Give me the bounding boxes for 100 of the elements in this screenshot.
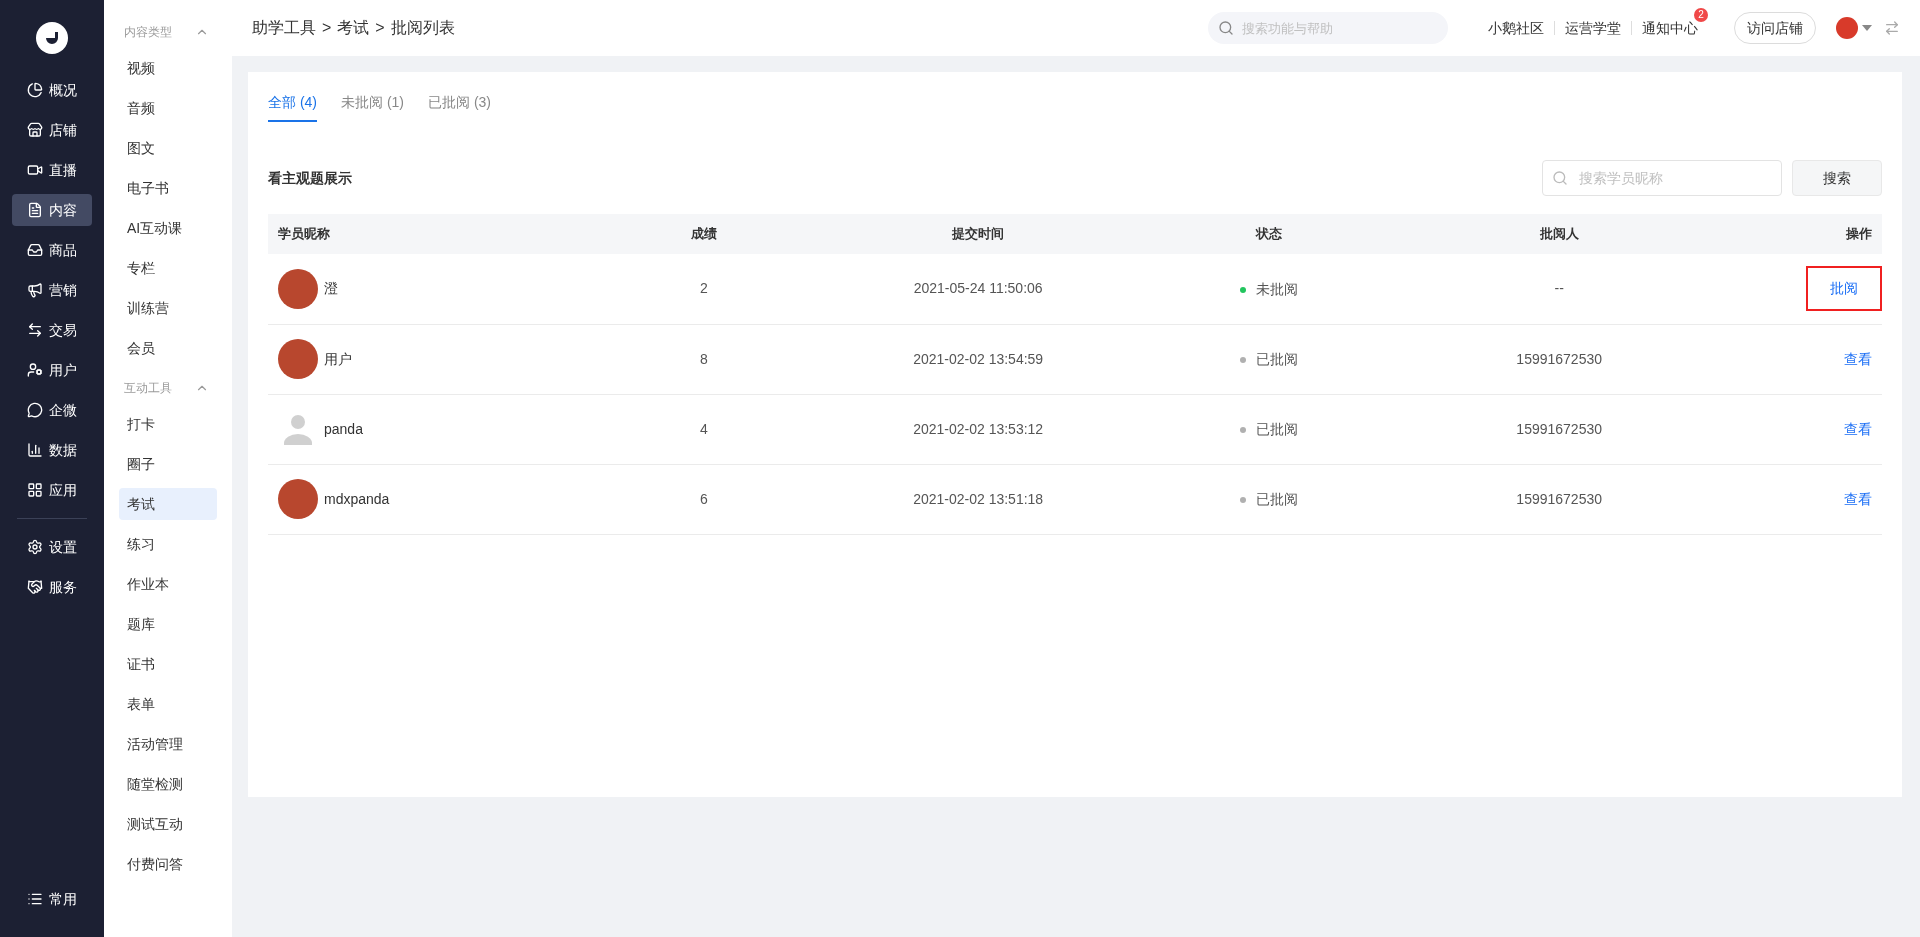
student-name: 用户 <box>324 349 352 369</box>
column-header: 操作 <box>1846 226 1872 242</box>
nav-item[interactable]: 店铺 <box>12 114 92 146</box>
nav-item[interactable]: 营销 <box>12 274 92 306</box>
grid-icon <box>27 482 43 498</box>
top-link[interactable]: 小鹅社区 <box>1488 19 1544 36</box>
notification-badge: 2 <box>1694 7 1708 22</box>
column-header: 成绩 <box>690 226 717 242</box>
filter-tab[interactable]: 已批阅 (3) <box>428 84 491 122</box>
student-name: 澄 <box>324 279 338 299</box>
student-search-field[interactable]: 搜索学员昵称 <box>1542 160 1782 196</box>
column-header: 状态 <box>1255 226 1282 242</box>
nav-item[interactable]: 服务 <box>12 571 92 603</box>
store-icon <box>27 122 43 138</box>
action-link[interactable]: 批阅 <box>1806 266 1882 312</box>
switch-icon[interactable] <box>1884 20 1900 36</box>
sub-nav-item[interactable]: 会员 <box>119 332 217 364</box>
sub-nav-item[interactable]: 打卡 <box>119 408 217 440</box>
column-header: 学员昵称 <box>278 226 330 242</box>
sub-nav-item[interactable]: AI互动课 <box>119 212 217 244</box>
top-link[interactable]: 通知中心 <box>1642 19 1698 36</box>
nav-item[interactable]: 概况 <box>12 74 92 106</box>
avatar-photo <box>278 339 318 379</box>
search-button[interactable]: 搜索 <box>1792 160 1882 196</box>
sub-nav-item[interactable]: 随堂检测 <box>119 768 217 800</box>
nav-item[interactable]: 常用 <box>12 883 92 915</box>
action-link[interactable]: 查看 <box>1844 418 1872 440</box>
filter-tab[interactable]: 未批阅 (1) <box>341 84 404 122</box>
sub-nav-item[interactable]: 圈子 <box>119 448 217 480</box>
reviewer-text: 15991672530 <box>1516 490 1602 507</box>
reviewer-text: -- <box>1554 280 1564 297</box>
action-link[interactable]: 查看 <box>1844 348 1872 370</box>
sub-nav-item[interactable]: 练习 <box>119 528 217 560</box>
nav-item[interactable]: 直播 <box>12 154 92 186</box>
avatar-photo <box>278 479 318 519</box>
search-icon <box>1218 20 1234 36</box>
nav-item[interactable]: 商品 <box>12 234 92 266</box>
video-camera-icon <box>27 162 43 178</box>
sub-nav-item[interactable]: 考试 <box>119 488 217 520</box>
search-icon <box>1552 170 1568 186</box>
section-title: 内容类型 <box>124 24 172 41</box>
sub-nav-item[interactable]: 电子书 <box>119 172 217 204</box>
chat-icon <box>27 402 43 418</box>
status-text: 未批阅 <box>1255 280 1298 299</box>
sub-nav-item[interactable]: 证书 <box>119 648 217 680</box>
reviewer-text: 15991672530 <box>1516 420 1602 437</box>
avatar-icon[interactable] <box>1836 17 1858 39</box>
score-text: 4 <box>699 420 708 437</box>
status-text: 已批阅 <box>1255 420 1298 440</box>
nav-item[interactable]: 用户 <box>12 354 92 386</box>
document-icon <box>27 202 43 218</box>
submit-time: 2021-02-02 13:51:18 <box>913 490 1044 507</box>
sub-nav-item[interactable]: 训练营 <box>119 292 217 324</box>
tray-icon <box>27 242 43 258</box>
breadcrumb-item[interactable]: 考试 <box>337 16 370 40</box>
sub-nav-item[interactable]: 图文 <box>119 132 217 164</box>
score-text: 6 <box>699 490 708 507</box>
student-name: mdxpanda <box>324 489 390 509</box>
user-icon <box>27 362 43 378</box>
breadcrumb-separator: > <box>375 18 385 38</box>
handshake-icon <box>27 579 43 595</box>
breadcrumb-item: 批阅列表 <box>390 18 455 38</box>
submit-time: 2021-05-24 11:50:06 <box>913 280 1043 297</box>
list-icon <box>27 891 43 907</box>
status-text: 已批阅 <box>1255 490 1298 510</box>
sub-nav-item[interactable]: 视频 <box>119 52 217 84</box>
nav-item[interactable]: 设置 <box>12 531 92 563</box>
sub-nav-item[interactable]: 音频 <box>119 92 217 124</box>
logo-icon <box>36 22 68 54</box>
section-heading: 看主观题展示 <box>268 168 352 188</box>
settings-icon <box>27 539 43 555</box>
megaphone-icon <box>27 282 43 298</box>
sub-nav-item[interactable]: 活动管理 <box>119 728 217 760</box>
caret-icon[interactable] <box>1862 25 1872 31</box>
column-header: 提交时间 <box>952 226 1005 242</box>
sub-nav-item[interactable]: 测试互动 <box>119 808 217 840</box>
chart-icon <box>27 442 43 458</box>
nav-item[interactable]: 应用 <box>12 474 92 506</box>
submit-time: 2021-02-02 13:53:12 <box>913 420 1044 437</box>
student-name: panda <box>324 419 363 439</box>
sub-nav-item[interactable]: 付费问答 <box>119 848 217 880</box>
sub-nav-item[interactable]: 表单 <box>119 688 217 720</box>
score-text: 8 <box>699 350 708 367</box>
score-text: 2 <box>699 280 708 297</box>
sub-nav-item[interactable]: 作业本 <box>119 568 217 600</box>
submit-time: 2021-02-02 13:54:59 <box>913 350 1044 367</box>
nav-item[interactable]: 交易 <box>12 314 92 346</box>
filter-tab[interactable]: 全部 (4) <box>268 84 317 122</box>
nav-item[interactable]: 企微 <box>12 394 92 426</box>
top-link[interactable]: 运营学堂 <box>1565 19 1621 36</box>
nav-item[interactable]: 数据 <box>12 434 92 466</box>
sub-nav-item[interactable]: 题库 <box>119 608 217 640</box>
avatar-photo <box>278 268 318 309</box>
action-link[interactable]: 查看 <box>1844 488 1872 510</box>
nav-item[interactable]: 内容 <box>12 194 92 226</box>
breadcrumb-separator: > <box>322 18 332 38</box>
breadcrumb-item[interactable]: 助学工具 <box>252 16 316 40</box>
reviewer-text: 15991672530 <box>1516 350 1602 367</box>
column-header: 批阅人 <box>1539 226 1579 242</box>
sub-nav-item[interactable]: 专栏 <box>119 252 217 284</box>
